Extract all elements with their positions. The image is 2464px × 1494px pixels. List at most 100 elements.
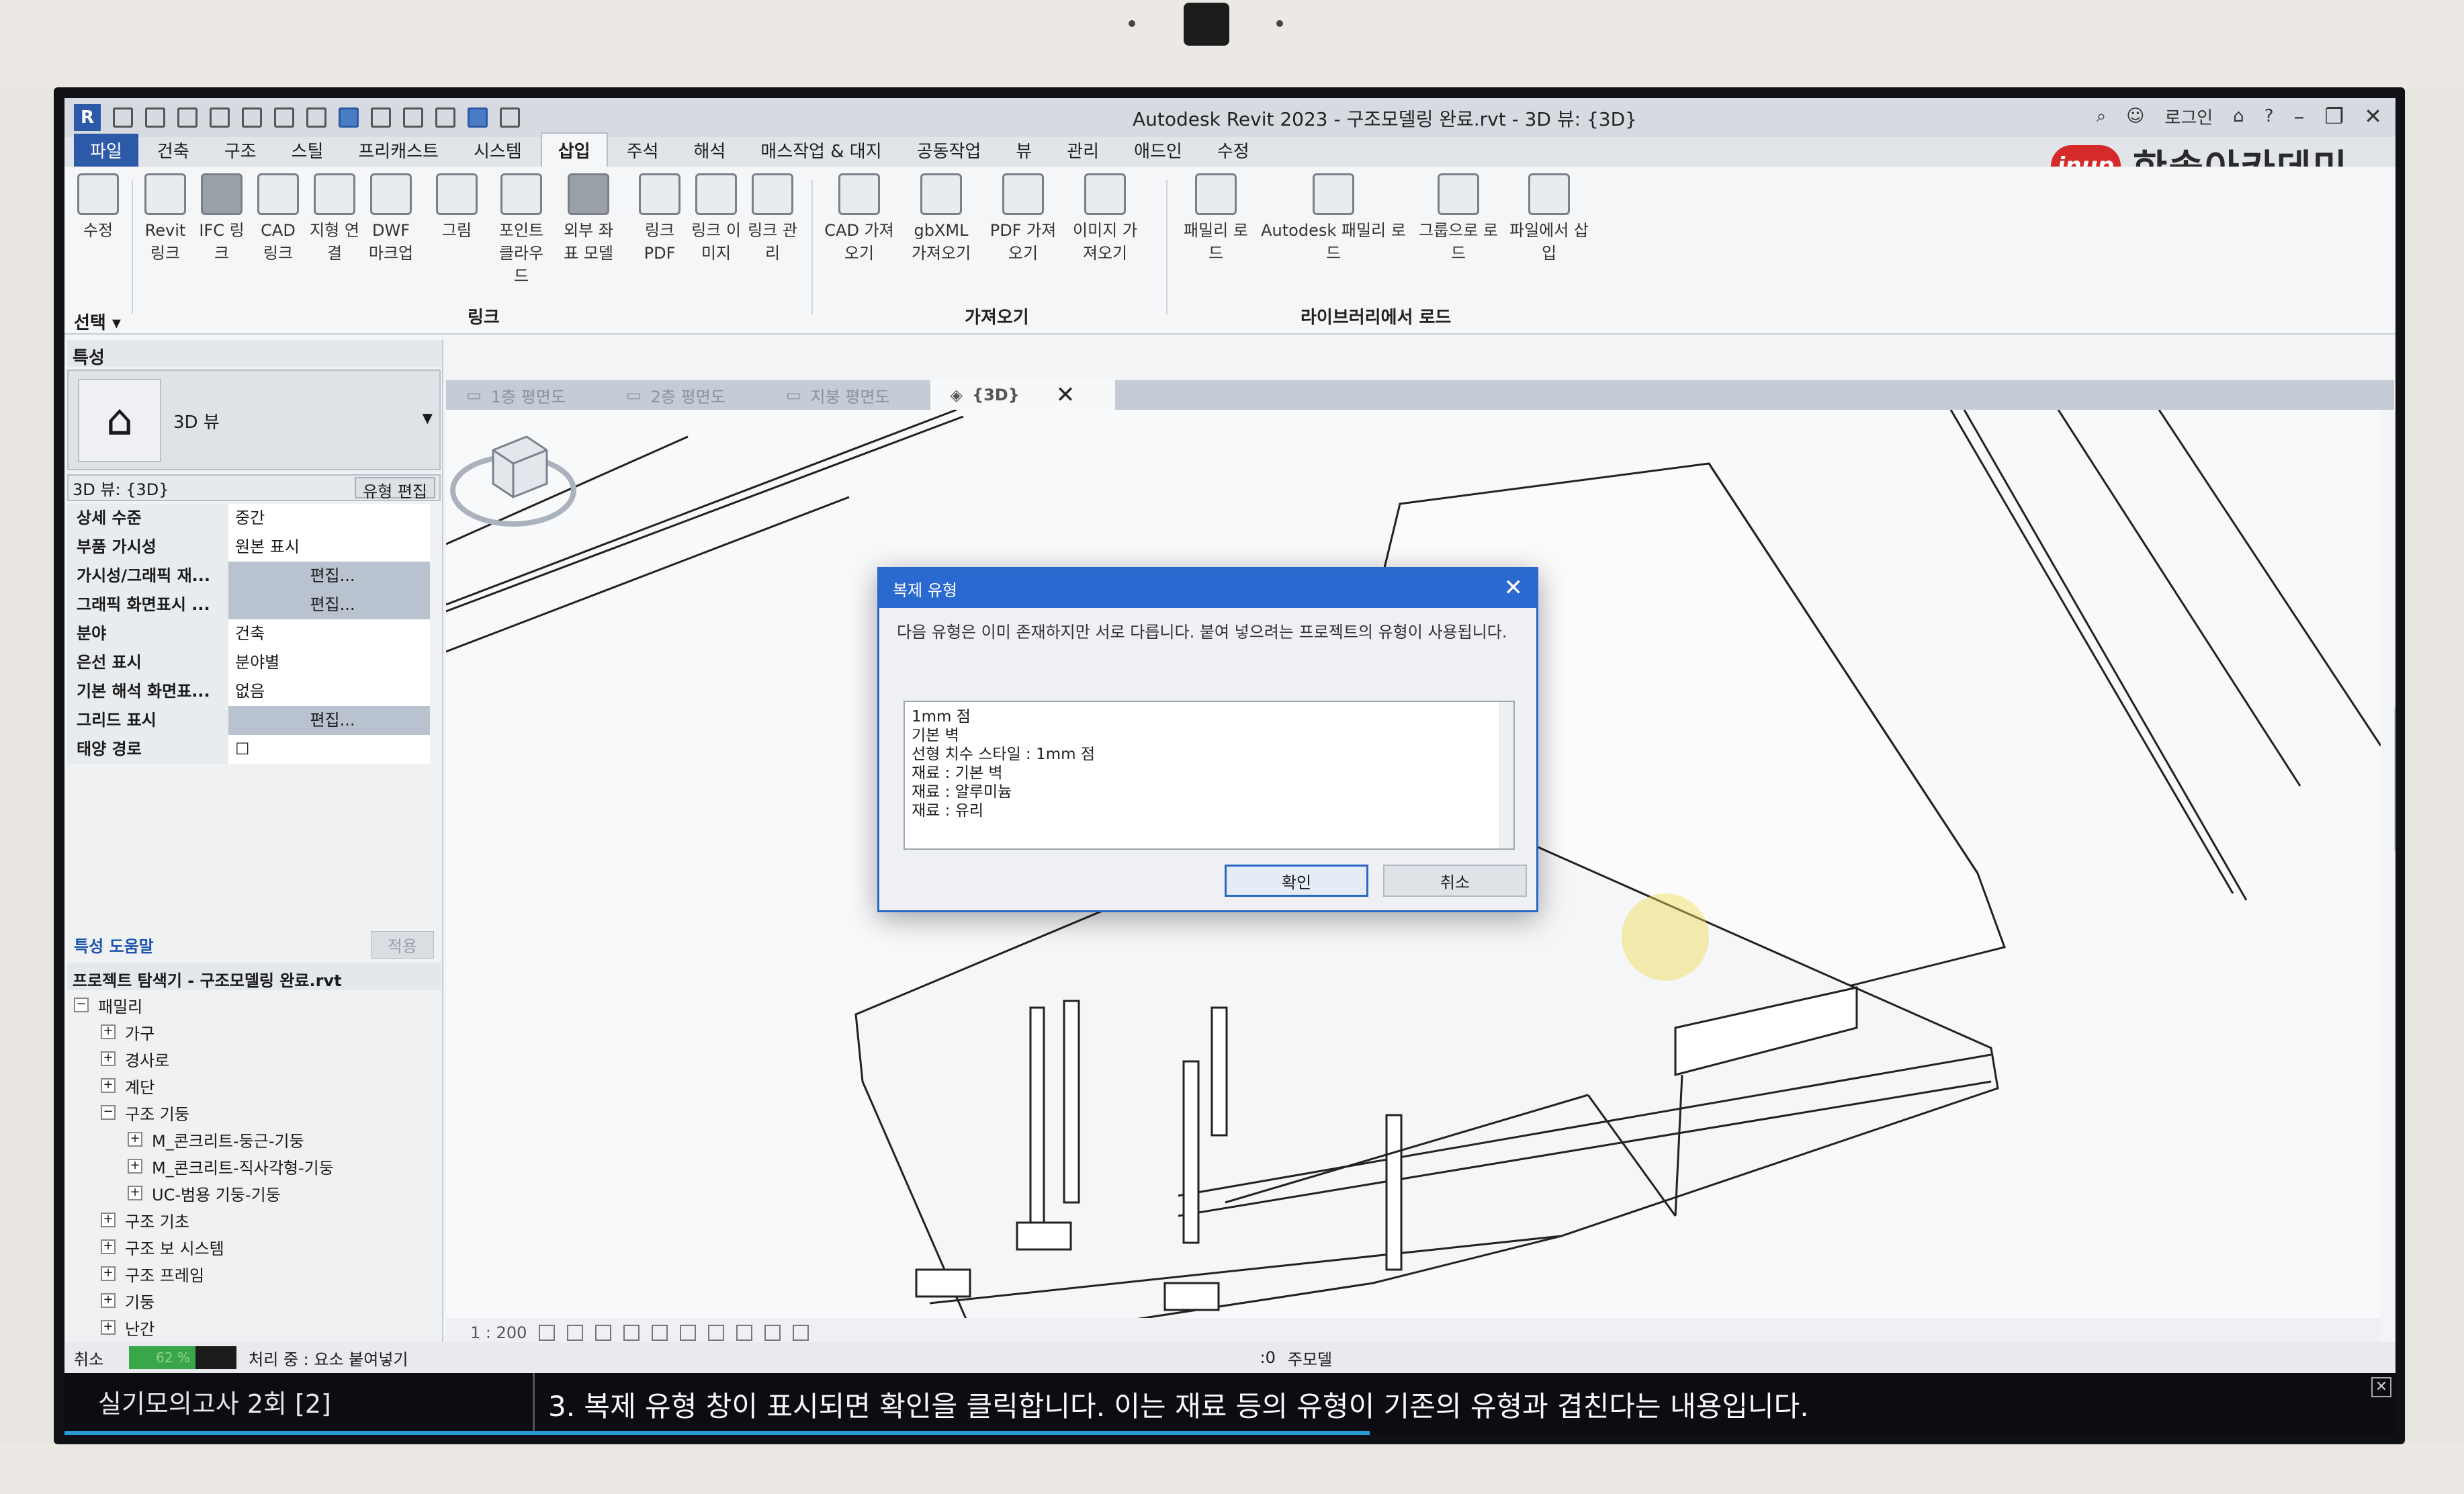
tab-architecture[interactable]: 건축 [141,134,206,167]
import-pdf-button[interactable]: PDF 가져오기 [986,173,1060,265]
help-icon[interactable]: ? [2264,106,2274,126]
link-pdf-button[interactable]: 링크 PDF [633,173,687,265]
tab-modify[interactable]: 수정 [1201,134,1266,167]
reveal-hidden-icon[interactable] [793,1325,809,1341]
dwf-markup-button[interactable]: DWF 마크업 [364,173,418,265]
tree-item[interactable]: + M_콘크리트-직사각형-기둥 [67,1153,430,1180]
close-tab-icon[interactable]: ✕ [1056,382,1075,408]
expand-icon[interactable]: + [101,1213,116,1227]
expand-icon[interactable]: + [101,1239,116,1254]
load-as-group-button[interactable]: 그룹으로 로드 [1415,173,1502,265]
ifc-link-button[interactable]: IFC 링크 [195,173,249,265]
status-model[interactable]: 주모델 [1288,1346,1332,1370]
modify-button[interactable]: 수정 [71,173,125,242]
property-value[interactable]: 건축 [228,619,430,648]
thin-lines-icon[interactable] [468,107,488,128]
chevron-down-icon[interactable]: ▼ [423,410,433,426]
home-icon[interactable] [113,107,133,128]
video-progress[interactable] [64,1431,1370,1435]
autodesk-family-button[interactable]: Autodesk 패밀리 로드 [1256,173,1411,265]
measure-icon[interactable] [339,107,359,128]
status-cancel[interactable]: 취소 [74,1346,117,1370]
expand-icon[interactable]: + [101,1293,116,1308]
expand-icon[interactable]: + [101,1266,116,1281]
restore-icon[interactable]: ❐ [2325,103,2344,129]
tab-systems[interactable]: 시스템 [457,134,538,167]
expand-icon[interactable]: + [101,1078,116,1093]
undo-icon[interactable] [242,107,262,128]
tab-collaborate[interactable]: 공동작업 [901,134,998,167]
user-icon[interactable]: ☺ [2126,106,2144,126]
tree-item[interactable]: − 패밀리 [67,992,430,1018]
detail-level-icon[interactable] [539,1325,556,1341]
list-scrollbar[interactable] [1499,702,1513,848]
switch-windows-icon[interactable] [500,107,520,128]
tree-item[interactable]: + 구조 프레임 [67,1260,430,1287]
tab-level2-plan[interactable]: ▭ 2층 평면도 [606,380,766,410]
tree-item[interactable]: + 경사로 [67,1045,430,1072]
tab-view[interactable]: 뷰 [1000,134,1048,167]
login-label[interactable]: 로그인 [2164,104,2213,129]
instance-selector[interactable]: 3D 뷰: {3D} 유형 편집 [67,474,441,501]
redo-icon[interactable] [274,107,294,128]
edit-type-button[interactable]: 유형 편집 [355,477,435,501]
print-icon[interactable] [306,107,326,128]
tree-item[interactable]: + 계단 [67,1072,430,1099]
minimize-icon[interactable]: – [2294,103,2305,129]
ok-button[interactable]: 확인 [1225,865,1368,897]
3d-view-icon[interactable] [435,107,455,128]
crop-view-icon[interactable] [680,1325,697,1341]
properties-help-link[interactable]: 특성 도움말 [74,933,154,957]
close-window-icon[interactable]: ✕ [2364,103,2382,129]
property-value[interactable]: 분야별 [228,648,430,677]
expand-icon[interactable]: + [128,1132,142,1147]
expand-icon[interactable]: + [128,1186,142,1200]
tree-item[interactable]: − 구조 기둥 [67,1099,430,1126]
expand-icon[interactable]: + [128,1159,142,1174]
text-icon[interactable] [403,107,423,128]
tab-level1-plan[interactable]: ▭ 1층 평면도 [446,380,606,410]
close-caption-icon[interactable]: ✕ [2371,1377,2391,1397]
view-scale[interactable]: 1 : 200 [470,1323,527,1342]
edit-button[interactable]: 편집... [228,561,430,590]
navigation-bar[interactable] [2394,705,2395,853]
sync-icon[interactable] [210,107,230,128]
tab-roof-plan[interactable]: ▭ 지붕 평면도 [766,380,930,410]
expand-icon[interactable]: + [101,1024,116,1039]
temporary-hide-icon[interactable] [764,1325,781,1341]
insert-from-file-button[interactable]: 파일에서 삽입 [1509,173,1589,265]
tab-precast[interactable]: 프리캐스트 [342,134,455,167]
tab-massing[interactable]: 매스작업 & 대지 [744,134,897,167]
type-selector[interactable]: ⌂ 3D 뷰 ▼ [67,369,441,470]
tab-3d-view[interactable]: ◈ {3D} ✕ [930,380,1116,410]
tree-item[interactable]: + 가구 [67,1018,430,1045]
app-menu-button[interactable]: R [74,104,101,131]
expand-icon[interactable]: + [101,1051,116,1066]
tree-item[interactable]: + 난간 [67,1314,430,1341]
select-dropdown[interactable]: 선택 ▾ [74,309,121,334]
tab-annotate[interactable]: 주석 [611,134,675,167]
collapse-icon[interactable]: − [101,1105,116,1120]
property-value[interactable]: 원본 표시 [228,532,430,562]
duplicate-types-list[interactable]: 1mm 점 기본 벽 선형 치수 스타일 : 1mm 점 재료 : 기본 벽 재… [904,701,1515,850]
tab-steel[interactable]: 스틸 [275,134,340,167]
import-cad-button[interactable]: CAD 가져오기 [822,173,896,265]
tab-addins[interactable]: 애드인 [1118,134,1198,167]
collapse-icon[interactable]: − [74,998,89,1012]
binoculars-icon[interactable]: ⌕ [2097,106,2107,127]
coordination-model-button[interactable]: 외부 좌표 모델 [562,173,615,265]
edit-button[interactable]: 편집... [228,705,430,735]
cart-icon[interactable]: ⌂ [2233,106,2244,126]
tab-insert[interactable]: 삽입 [540,132,608,167]
decal-button[interactable]: 그림 [430,173,484,242]
tree-item[interactable]: + 구조 기초 [67,1206,430,1233]
render-icon[interactable] [652,1325,668,1341]
viewcube-icon[interactable] [446,410,580,544]
apply-button[interactable]: 적용 [370,930,434,959]
tree-item[interactable]: + UC-범용 기둥-기둥 [67,1180,430,1206]
import-gbxml-button[interactable]: gbXML 가져오기 [904,173,978,265]
topo-link-button[interactable]: 지형 연결 [308,173,361,265]
manage-links-button[interactable]: 링크 관리 [746,173,799,265]
shadows-icon[interactable] [623,1325,640,1341]
sun-path-checkbox[interactable]: ☐ [228,734,430,764]
